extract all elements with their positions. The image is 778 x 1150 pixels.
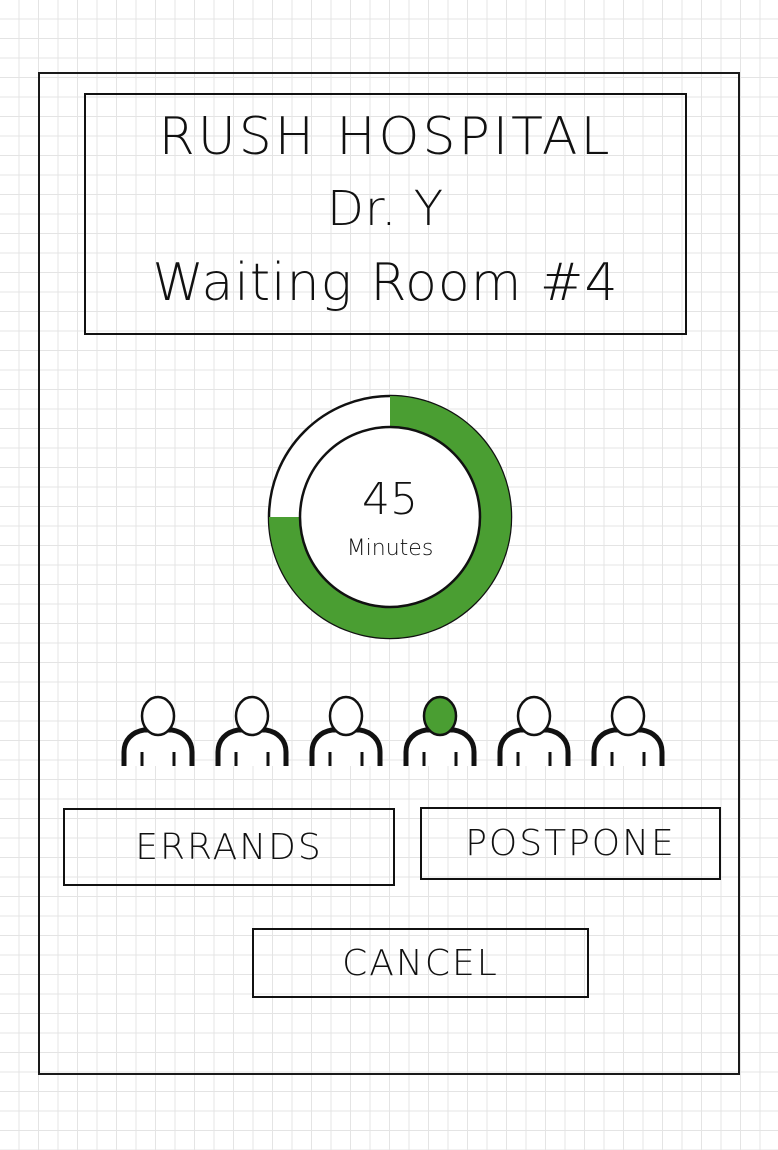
doctor-name: Dr. Y xyxy=(326,181,445,237)
wait-minutes-unit: Minutes xyxy=(346,536,434,561)
errands-button[interactable]: ERRANDS xyxy=(63,808,395,886)
queue-person xyxy=(118,690,198,770)
person-icon xyxy=(591,695,665,766)
waiting-room-label: Waiting Room #4 xyxy=(152,253,619,313)
header-card: RUSH HOSPITAL Dr. Y Waiting Room #4 xyxy=(84,93,687,335)
queue-indicator xyxy=(118,690,678,770)
cancel-button[interactable]: CANCEL xyxy=(252,928,589,998)
wait-minutes-value: 45 xyxy=(362,474,418,525)
queue-person-current xyxy=(400,690,480,770)
hospital-name: RUSH HOSPITAL xyxy=(158,107,613,167)
queue-person xyxy=(212,690,292,770)
person-icon xyxy=(215,695,289,766)
queue-person xyxy=(494,690,574,770)
person-icon xyxy=(403,695,477,766)
queue-person xyxy=(306,690,386,770)
wait-timer: 45 Minutes xyxy=(263,392,517,646)
postpone-button[interactable]: POSTPONE xyxy=(420,807,721,880)
person-icon xyxy=(121,695,195,766)
queue-person xyxy=(588,690,668,770)
person-icon xyxy=(309,695,383,766)
person-icon xyxy=(497,695,571,766)
